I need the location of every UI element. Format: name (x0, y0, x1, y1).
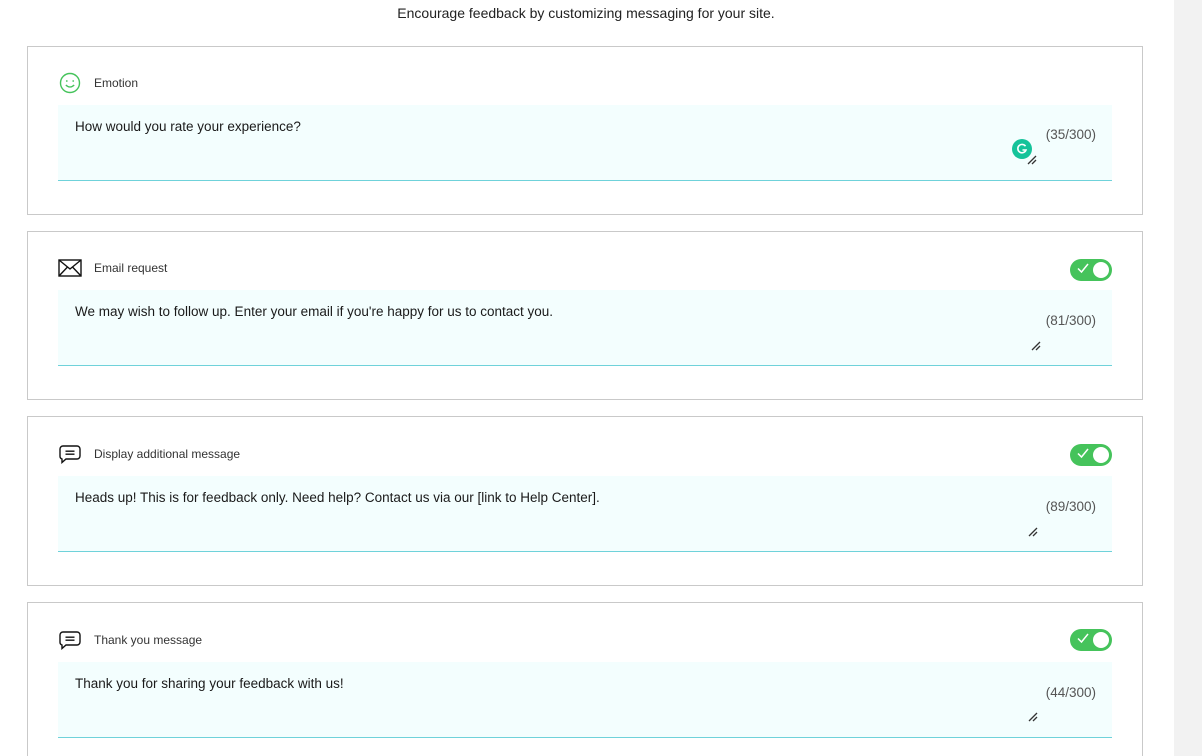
emotion-card: Emotion How would you rate your experien… (27, 46, 1143, 215)
resize-handle-icon[interactable] (1027, 526, 1039, 538)
scrollbar-track[interactable] (1174, 0, 1202, 756)
messaging-settings-page: Encourage feedback by customizing messag… (0, 0, 1202, 756)
additional-message-toggle[interactable] (1070, 444, 1112, 466)
toggle-knob (1093, 262, 1109, 278)
email-request-toggle[interactable] (1070, 259, 1112, 281)
email-request-card: Email request We may wish to follow up. … (27, 231, 1143, 400)
char-count: (81/300) (1045, 313, 1096, 328)
textarea-text[interactable]: How would you rate your experience? (75, 119, 301, 134)
thank-you-card: Thank you message Thank you for sharing … (27, 602, 1143, 756)
char-count: (44/300) (1045, 685, 1096, 700)
card-label: Email request (94, 261, 168, 275)
card-label: Display additional message (94, 447, 241, 461)
textarea-text[interactable]: We may wish to follow up. Enter your ema… (75, 304, 553, 319)
envelope-icon (58, 256, 82, 280)
card-header: Email request (58, 255, 1112, 281)
page-subtitle: Encourage feedback by customizing messag… (397, 5, 775, 21)
card-header: Thank you message (58, 627, 1112, 653)
additional-message-textarea[interactable]: Heads up! This is for feedback only. Nee… (58, 476, 1112, 552)
checkmark-icon (1077, 633, 1089, 644)
message-icon (58, 442, 82, 466)
email-request-textarea[interactable]: We may wish to follow up. Enter your ema… (58, 290, 1112, 366)
card-label: Thank you message (94, 633, 203, 647)
toggle-knob (1093, 447, 1109, 463)
resize-handle-icon[interactable] (1026, 154, 1038, 166)
additional-message-card: Display additional message Heads up! Thi… (27, 416, 1143, 586)
thank-you-toggle[interactable] (1070, 629, 1112, 651)
char-count: (35/300) (1045, 127, 1096, 142)
textarea-text[interactable]: Heads up! This is for feedback only. Nee… (75, 490, 600, 505)
resize-handle-icon[interactable] (1027, 711, 1039, 723)
thank-you-textarea[interactable]: Thank you for sharing your feedback with… (58, 662, 1112, 738)
card-header: Emotion (58, 70, 1112, 96)
card-header: Display additional message (58, 441, 1112, 467)
smiley-icon (58, 71, 82, 95)
message-icon (58, 628, 82, 652)
resize-handle-icon[interactable] (1030, 340, 1042, 352)
emotion-textarea[interactable]: How would you rate your experience? (35/… (58, 105, 1112, 181)
checkmark-icon (1077, 263, 1089, 274)
card-label: Emotion (94, 76, 139, 90)
checkmark-icon (1077, 448, 1089, 459)
toggle-knob (1093, 632, 1109, 648)
char-count: (89/300) (1045, 499, 1096, 514)
textarea-text[interactable]: Thank you for sharing your feedback with… (75, 676, 344, 691)
